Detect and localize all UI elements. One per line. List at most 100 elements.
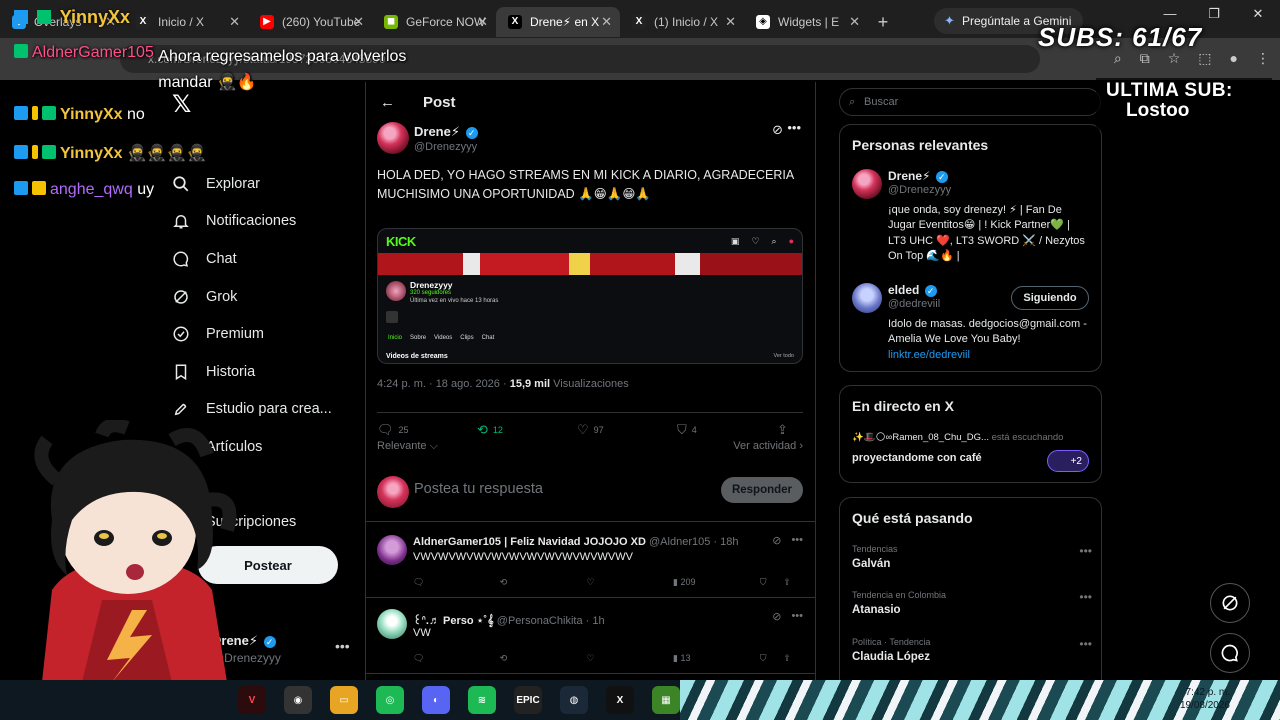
- menu-icon[interactable]: ⋮: [1256, 50, 1270, 67]
- last-sub-panel: ULTIMA SUB: Lostoo: [1096, 78, 1272, 130]
- avatar[interactable]: [377, 535, 407, 565]
- reply-item[interactable]: ꒰ᐢ.♬ Perso ⋆˚𝄞 @PersonaChikita · 1h VW ⊘…: [366, 599, 815, 674]
- nav-notificaciones[interactable]: Notificaciones: [170, 203, 332, 241]
- system-clock[interactable]: 7:42 p. m. 19/08/2026: [1168, 686, 1230, 712]
- more-icon[interactable]: •••: [1079, 544, 1092, 558]
- trend-item[interactable]: Tendencias Galván •••: [852, 544, 1092, 570]
- avatar[interactable]: [852, 283, 882, 313]
- close-window-icon[interactable]: ✕: [1236, 6, 1280, 22]
- trend-item[interactable]: Tendencia en Colombia Atanasio •••: [852, 590, 1092, 616]
- sort-row: Relevante ⌵ Ver actividad ›: [377, 440, 803, 453]
- back-arrow-icon[interactable]: ←: [380, 94, 395, 111]
- tweet-handle[interactable]: @Drenezyyy: [414, 141, 477, 153]
- more-icon[interactable]: •••: [791, 610, 803, 623]
- browser-icon[interactable]: ◎: [376, 686, 404, 714]
- share-button[interactable]: ⇪: [777, 422, 788, 438]
- sparkle-icon: ✦: [944, 13, 955, 28]
- retweet-icon[interactable]: ⟲: [500, 577, 587, 588]
- page-title: Post: [423, 93, 456, 111]
- grok-icon[interactable]: ⊘: [772, 122, 783, 138]
- new-tab-button[interactable]: +: [868, 12, 898, 33]
- grok-icon[interactable]: ⊘: [772, 534, 781, 547]
- comment-icon[interactable]: 🗨︎: [413, 577, 500, 588]
- bookmark-button[interactable]: ⛉ 4: [677, 422, 777, 438]
- minimize-icon[interactable]: —: [1148, 6, 1192, 22]
- close-icon[interactable]: ✕: [725, 14, 736, 30]
- reply-submit-button[interactable]: Responder: [721, 477, 803, 503]
- reply-input[interactable]: Postea tu respuesta: [414, 481, 543, 497]
- more-icon[interactable]: •••: [787, 120, 801, 135]
- views-icon[interactable]: ▮ 13: [673, 653, 760, 664]
- views-icon[interactable]: ▮ 209: [673, 577, 760, 588]
- retweet-icon: ⟲: [477, 421, 488, 437]
- minecraft-icon[interactable]: ▦: [652, 686, 680, 714]
- reply-button[interactable]: 🗨︎ 25: [377, 422, 477, 438]
- steam-icon[interactable]: ◍: [560, 686, 588, 714]
- badge-icon: [14, 145, 28, 159]
- search-input[interactable]: ⌕ Buscar: [839, 88, 1101, 116]
- retweet-button[interactable]: ⟲ 12: [477, 422, 577, 438]
- badge-icon: [14, 10, 28, 24]
- heart-icon[interactable]: ♡: [586, 653, 673, 664]
- more-icon[interactable]: •••: [791, 534, 803, 547]
- tab-inicio-x[interactable]: X Inicio / X ✕: [124, 7, 248, 37]
- bookmark-icon[interactable]: ⛉: [760, 653, 784, 664]
- nav-grok[interactable]: Grok: [170, 278, 332, 316]
- close-icon[interactable]: ✕: [601, 14, 612, 30]
- nav-premium[interactable]: Premium: [170, 315, 332, 353]
- reply-item[interactable]: AldnerGamer105 | Feliz Navidad JOJOJO XD…: [366, 523, 815, 598]
- x-app-icon[interactable]: X: [606, 686, 634, 714]
- badge-icon: [37, 10, 52, 24]
- comment-icon[interactable]: 🗨︎: [413, 653, 500, 664]
- more-icon[interactable]: •••: [1079, 590, 1092, 604]
- sort-dropdown[interactable]: Relevante ⌵: [377, 440, 438, 452]
- nav-chat[interactable]: Chat: [170, 240, 332, 278]
- live-card[interactable]: En directo en X ✨🎩🌕∞Ramen_08_Chu_DG... e…: [839, 385, 1102, 483]
- following-button[interactable]: Siguiendo: [1011, 286, 1089, 310]
- chat-fab[interactable]: [1210, 633, 1250, 673]
- close-icon[interactable]: ✕: [477, 14, 488, 30]
- avatar[interactable]: [852, 169, 882, 199]
- spotify-icon[interactable]: ≋: [468, 686, 496, 714]
- grok-icon[interactable]: ⊘: [772, 610, 781, 623]
- tab-drene[interactable]: X Drene⚡ en X ✕: [496, 7, 620, 37]
- avatar[interactable]: [377, 609, 407, 639]
- tab-inicio-x-2[interactable]: X (1) Inicio / X ✕: [620, 7, 744, 37]
- nav-historia[interactable]: Historia: [170, 353, 332, 391]
- chat-message: anghe_qwq uy: [14, 181, 154, 199]
- more-icon[interactable]: •••: [1079, 637, 1092, 651]
- epic-games-icon[interactable]: EPIC: [514, 686, 542, 714]
- like-button[interactable]: ♡ 97: [577, 422, 677, 438]
- tab-widgets[interactable]: ◈ Widgets | E ✕: [744, 7, 868, 37]
- live-listeners-badge[interactable]: +2: [1047, 450, 1089, 472]
- tab-geforce[interactable]: ◼ GeForce NOW ✕: [372, 7, 496, 37]
- activity-link[interactable]: Ver actividad ›: [733, 440, 803, 452]
- nav-explorar[interactable]: Explorar: [170, 165, 332, 203]
- more-icon[interactable]: •••: [335, 638, 350, 654]
- taskbar-apps: V ◉ ▭ ◎ ◐ ≋ EPIC ◍ X ▦: [238, 686, 680, 714]
- avatar[interactable]: [377, 122, 409, 154]
- obs-icon[interactable]: ◉: [284, 686, 312, 714]
- close-icon[interactable]: ✕: [849, 14, 860, 30]
- trend-item[interactable]: Política · Tendencia Claudia López •••: [852, 637, 1092, 663]
- valorant-icon[interactable]: V: [238, 686, 266, 714]
- channel-tabs: Inicio Sobre Videos Clips Chat: [388, 335, 495, 341]
- discord-icon[interactable]: ◐: [422, 686, 450, 714]
- grok-fab[interactable]: [1210, 583, 1250, 623]
- profile-link[interactable]: linktr.ee/dedreviil: [888, 349, 970, 361]
- maximize-icon[interactable]: ❐: [1192, 6, 1236, 22]
- search-icon: ⌕: [771, 235, 777, 246]
- tweet-media-screenshot[interactable]: KICK ▣ ♡ ⌕ ● Drenezyyy 320 seguidores Úl…: [377, 228, 803, 364]
- tab-youtube[interactable]: ▶ (260) YouTube ✕: [248, 7, 372, 37]
- retweet-icon[interactable]: ⟲: [500, 653, 587, 664]
- person-drene[interactable]: Drene⚡ ✓ @Drenezyyy ¡que onda, soy drene…: [852, 169, 1092, 262]
- tweet-author[interactable]: Drene⚡ ✓: [414, 124, 478, 140]
- heart-icon[interactable]: ♡: [586, 577, 673, 588]
- close-icon[interactable]: ✕: [229, 14, 240, 30]
- folder-icon[interactable]: ▭: [330, 686, 358, 714]
- profile-icon[interactable]: ●: [1230, 50, 1238, 67]
- bookmark-icon[interactable]: ⛉: [760, 577, 784, 588]
- close-icon[interactable]: ✕: [353, 14, 364, 30]
- share-icon[interactable]: ⇪: [783, 577, 803, 588]
- share-icon[interactable]: ⇪: [783, 653, 803, 664]
